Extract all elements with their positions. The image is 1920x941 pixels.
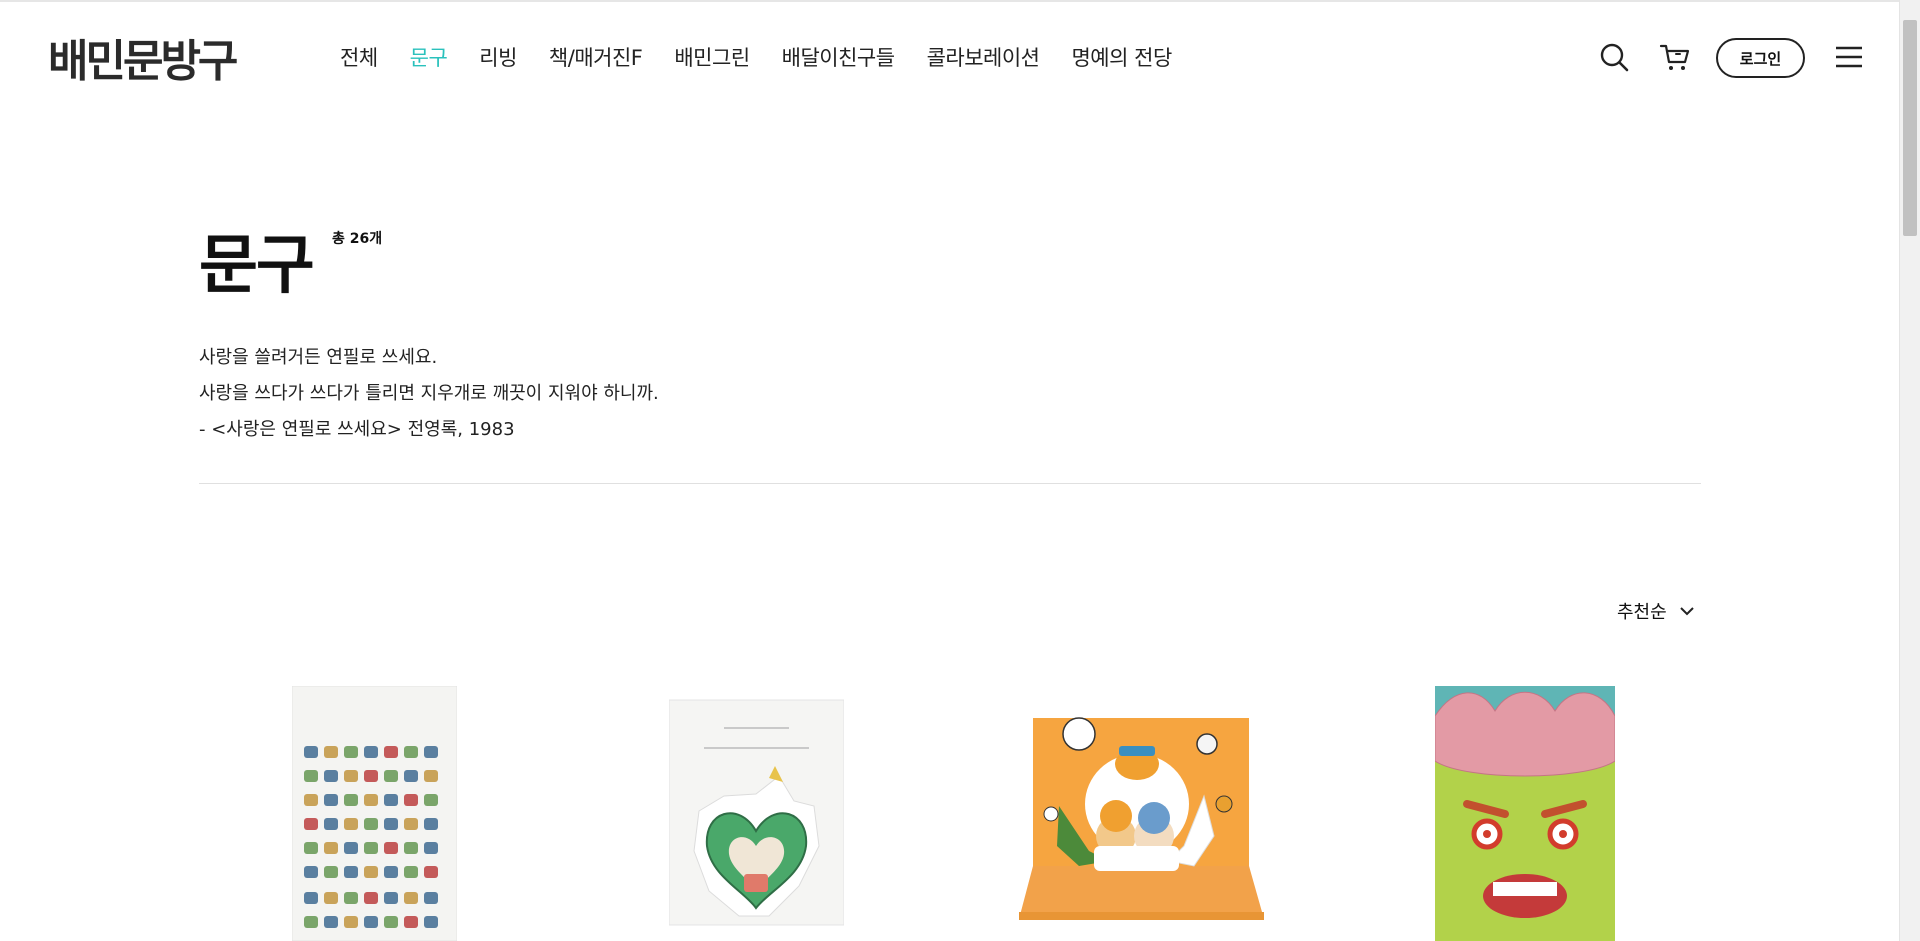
- logo-text: 배민문방구: [48, 36, 238, 87]
- search-icon[interactable]: [1599, 42, 1629, 72]
- product-card[interactable]: [292, 686, 457, 941]
- product-card[interactable]: [669, 686, 844, 941]
- nav-item-living[interactable]: 리빙: [479, 42, 517, 72]
- product-count: 총 26개: [332, 231, 383, 247]
- page-scrollbar[interactable]: [1899, 0, 1920, 941]
- description-line-3: - <사랑은 연필로 쓰세요> 전영록, 1983: [199, 419, 515, 440]
- page-title: 문구: [199, 229, 315, 303]
- site-logo[interactable]: 배민문방구: [48, 30, 238, 87]
- description-line-2: 사랑을 쓰다가 쓰다가 틀리면 지우개로 깨끗이 지워야 하니까.: [199, 383, 659, 404]
- main-nav: 전체 문구 리빙 책/매거진F 배민그린 배달이친구들 콜라보레이션 명예의 전…: [340, 42, 1172, 72]
- header-utilities: 로그인: [1599, 36, 1899, 80]
- menu-icon[interactable]: [1835, 46, 1863, 68]
- nav-item-books-magazine[interactable]: 책/매거진F: [549, 42, 643, 72]
- nav-item-collaboration[interactable]: 콜라보레이션: [927, 42, 1040, 72]
- nav-item-baemin-green[interactable]: 배민그린: [674, 42, 750, 72]
- description-line-1: 사랑을 쓸려거든 연필로 쓰세요.: [199, 347, 438, 368]
- nav-item-all[interactable]: 전체: [340, 42, 378, 72]
- product-thumbnail: [292, 686, 457, 941]
- product-thumbnail: [1019, 717, 1264, 920]
- product-thumbnail: [669, 699, 844, 926]
- scrollbar-thumb[interactable]: [1903, 20, 1917, 236]
- nav-item-baedal-friends[interactable]: 배달이친구들: [782, 42, 895, 72]
- section-divider: [199, 483, 1701, 484]
- product-card[interactable]: [1019, 686, 1264, 941]
- cart-icon[interactable]: [1659, 42, 1691, 72]
- category-description: 사랑을 쓸려거든 연필로 쓰세요. 사랑을 쓰다가 쓰다가 틀리면 지우개로 깨…: [199, 340, 659, 448]
- product-grid: [199, 686, 1701, 941]
- product-card[interactable]: [1435, 686, 1615, 941]
- nav-item-stationery[interactable]: 문구: [410, 42, 448, 72]
- sort-dropdown[interactable]: 추천순: [1617, 597, 1703, 625]
- login-button[interactable]: 로그인: [1716, 38, 1805, 78]
- chevron-down-icon: [1679, 607, 1694, 616]
- sort-selected-label: 추천순: [1617, 602, 1667, 623]
- product-thumbnail: [1435, 686, 1615, 941]
- site-header: 배민문방구 전체 문구 리빙 책/매거진F 배민그린 배달이친구들 콜라보레이션…: [0, 0, 1899, 112]
- nav-item-hall-of-fame[interactable]: 명예의 전당: [1071, 42, 1172, 72]
